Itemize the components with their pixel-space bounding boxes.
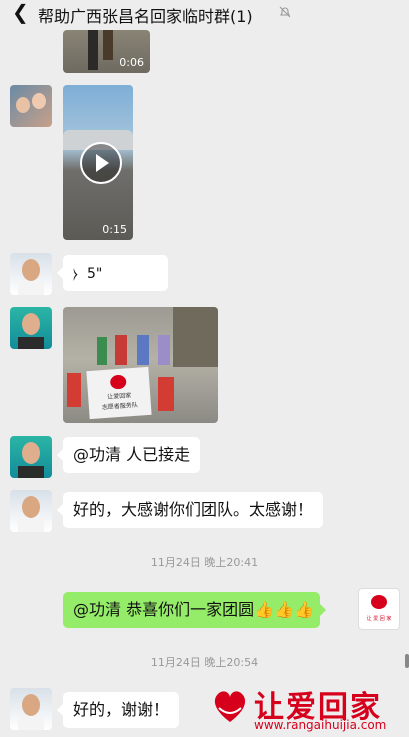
text-message[interactable]: @功清 人已接走 [56,437,201,473]
timestamp: 11月24日 晚上20:41 [150,556,259,569]
avatar[interactable] [10,436,52,478]
avatar[interactable] [10,490,52,532]
banner: 让爱回家 志愿者服务队 [86,366,152,420]
message-text: @功清 恭喜你们一家团圆 [73,600,255,619]
video-message[interactable]: 0:06 [63,30,150,73]
back-chevron-icon[interactable]: ❮ [12,2,29,22]
text-message-self[interactable]: @功清 恭喜你们一家团圆👍👍👍 [63,592,326,628]
watermark-url: www.rangaihuijia.com [254,718,387,732]
watermark-logo: 让爱回家 www.rangaihuijia.com [210,682,406,734]
chat-header: ❮ 帮助广西张昌名回家临时群(1) [0,0,409,26]
video-message[interactable]: 0:15 [63,85,133,240]
voice-message[interactable]: ⧽ 5" [57,255,168,291]
video-duration: 0:15 [102,223,127,236]
text-message[interactable]: 好的，谢谢！ [56,692,180,728]
avatar[interactable] [10,85,52,127]
text-message[interactable]: 好的，大感谢你们团队。太感谢！ [56,492,324,528]
scrollbar[interactable] [405,654,409,668]
video-duration: 0:06 [119,56,144,69]
timestamp: 11月24日 晚上20:54 [150,656,259,669]
thumbs-up-icon: 👍👍👍 [254,600,314,619]
voice-duration: 5" [87,266,103,282]
avatar-self[interactable]: 让 爱 回 家 [358,588,400,630]
chat-title: 帮助广西张昌名回家临时群(1) [38,7,253,26]
image-message[interactable]: 让爱回家 志愿者服务队 [63,307,218,423]
heart-logo-icon [214,691,246,722]
voice-wave-icon: ⧽ [73,266,78,282]
avatar-text: 让 爱 回 家 [366,616,392,622]
avatar[interactable] [10,688,52,730]
avatar[interactable] [10,307,52,349]
play-icon[interactable] [80,142,122,184]
bell-slash-icon [279,6,291,18]
avatar[interactable] [10,253,52,295]
